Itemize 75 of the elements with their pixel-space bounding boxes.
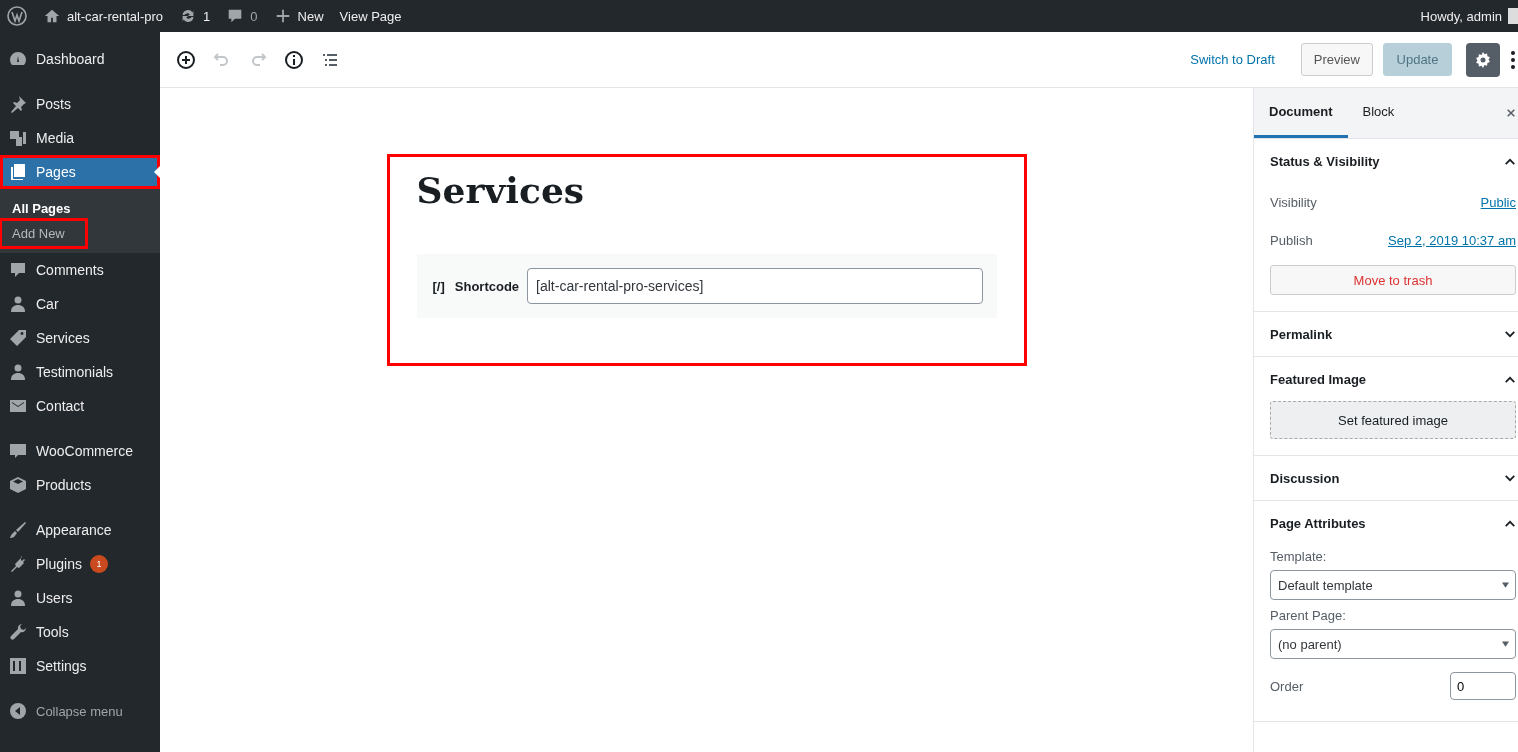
- new-link[interactable]: New: [273, 7, 324, 25]
- menu-item[interactable]: Testimonials: [0, 355, 160, 389]
- person-icon: [8, 588, 28, 608]
- brush-icon: [8, 520, 28, 540]
- caret-icon: [1502, 641, 1509, 647]
- menu-item[interactable]: Users: [0, 581, 160, 615]
- template-select[interactable]: Default template: [1270, 570, 1516, 600]
- shortcode-icon: [/]: [432, 278, 445, 294]
- view-page-link[interactable]: View Page: [339, 8, 402, 24]
- chevron-down-icon: [1504, 329, 1516, 339]
- collapse-icon: [8, 701, 28, 721]
- switch-to-draft-link[interactable]: Switch to Draft: [1190, 52, 1275, 67]
- menu-item[interactable]: Media: [0, 121, 160, 155]
- comment-icon: [8, 260, 28, 280]
- tag-icon: [8, 328, 28, 348]
- section-header[interactable]: Discussion: [1270, 456, 1516, 500]
- menu-item[interactable]: WooCommerce: [0, 434, 160, 468]
- shortcode-input[interactable]: [alt-car-rental-pro-services]: [527, 268, 983, 304]
- template-label: Template:: [1270, 549, 1328, 564]
- parent-page-label: Parent Page:: [1270, 608, 1347, 623]
- chevron-up-icon: [1504, 156, 1516, 166]
- field-value-link[interactable]: Sep 2, 2019 10:37 am: [1388, 232, 1516, 248]
- chevron-down-icon: [1504, 473, 1516, 483]
- section-header[interactable]: Page Attributes: [1270, 501, 1516, 545]
- field-label: Visibility: [1270, 194, 1317, 210]
- panel-tab[interactable]: Document: [1254, 88, 1348, 138]
- avatar-icon: [1508, 8, 1518, 24]
- section-header[interactable]: Permalink: [1270, 312, 1516, 356]
- page-title[interactable]: Services: [416, 166, 997, 214]
- menu-item[interactable]: Pages: [0, 155, 160, 189]
- collapse-menu-button[interactable]: Collapse menu: [0, 694, 160, 728]
- site-name-link[interactable]: alt-car-rental-pro: [43, 7, 164, 25]
- settings-button[interactable]: [1466, 42, 1500, 77]
- menu-item[interactable]: Contact: [0, 389, 160, 423]
- menu-item[interactable]: Posts: [0, 87, 160, 121]
- updates-link[interactable]: 1: [179, 7, 211, 25]
- section-header[interactable]: Featured Image: [1270, 357, 1516, 401]
- order-label: Order: [1270, 678, 1304, 694]
- section-header[interactable]: Status & Visibility: [1270, 139, 1516, 183]
- menu-item[interactable]: Dashboard: [0, 42, 160, 76]
- menu-item[interactable]: Services: [0, 321, 160, 355]
- order-input[interactable]: 0: [1450, 672, 1516, 700]
- pages-icon: [8, 162, 28, 182]
- menu-item[interactable]: Comments: [0, 253, 160, 287]
- preview-button[interactable]: Preview: [1300, 43, 1373, 76]
- submenu-item[interactable]: All Pages: [0, 196, 85, 221]
- menu-item[interactable]: Car: [0, 287, 160, 321]
- comments-link[interactable]: 0: [226, 7, 258, 25]
- wordpress-logo-icon[interactable]: [7, 6, 27, 26]
- field-value-link[interactable]: Public: [1480, 194, 1516, 210]
- chevron-up-icon: [1504, 518, 1516, 528]
- menu-item[interactable]: Products: [0, 468, 160, 502]
- box-icon: [8, 475, 28, 495]
- parent-page-select[interactable]: (no parent): [1270, 629, 1516, 659]
- pin-icon: [8, 94, 28, 114]
- person-icon: [8, 294, 28, 314]
- caret-icon: [1502, 582, 1509, 588]
- close-icon[interactable]: [1506, 108, 1516, 118]
- menu-item[interactable]: Settings: [0, 649, 160, 683]
- home-icon: [43, 7, 61, 25]
- shortcode-label: Shortcode: [454, 278, 520, 294]
- panel-tab[interactable]: Block: [1347, 88, 1410, 138]
- menu-item[interactable]: Tools: [0, 615, 160, 649]
- menu-item[interactable]: Appearance: [0, 513, 160, 547]
- account-link[interactable]: Howdy, admin: [1420, 8, 1518, 24]
- field-label: Publish: [1270, 232, 1313, 248]
- media-icon: [8, 128, 28, 148]
- menu-item[interactable]: Plugins 1: [0, 547, 160, 581]
- submenu-item[interactable]: Add New: [2, 221, 85, 246]
- move-to-trash-button[interactable]: Move to trash: [1270, 265, 1516, 295]
- chevron-up-icon: [1504, 374, 1516, 384]
- person-icon: [8, 362, 28, 382]
- wrench-icon: [8, 622, 28, 642]
- update-count-badge: 1: [89, 555, 108, 573]
- set-featured-image-button[interactable]: Set featured image: [1270, 401, 1516, 439]
